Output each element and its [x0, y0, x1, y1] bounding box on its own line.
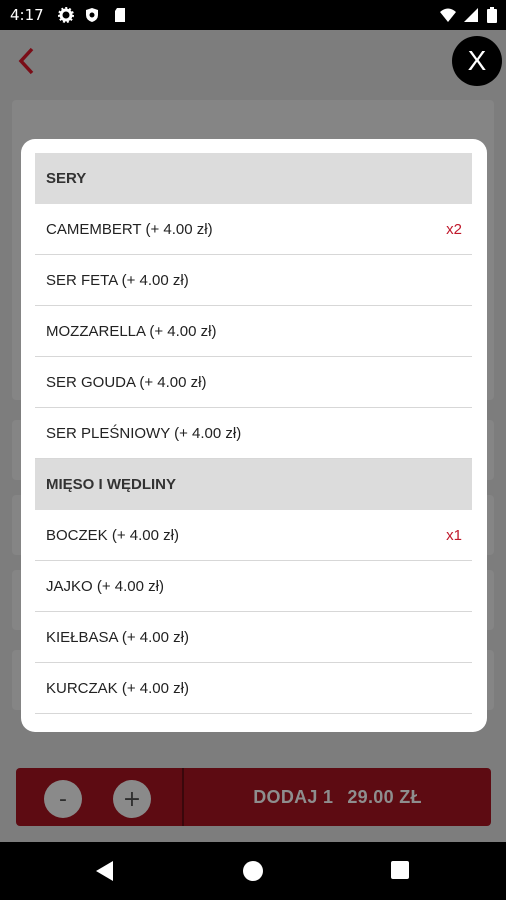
add-to-cart-bar: - + DODAJ 1 29.00 ZŁ	[16, 768, 491, 826]
topping-label: SER FETA (+ 4.00 zł)	[46, 271, 189, 289]
recents-square-icon[interactable]	[391, 861, 409, 879]
battery-icon	[487, 7, 497, 23]
status-time: 4:17	[10, 6, 44, 24]
topping-option[interactable]: SER PLEŚNIOWY (+ 4.00 zł)	[35, 408, 472, 459]
system-nav-bar	[0, 842, 506, 900]
plus-label: +	[122, 786, 142, 812]
topping-option[interactable]: CAMEMBERT (+ 4.00 zł) x2	[35, 204, 472, 255]
section-title: SERY	[46, 170, 87, 187]
shield-icon	[86, 8, 98, 22]
toppings-list: SERY CAMEMBERT (+ 4.00 zł) x2 SER FETA (…	[35, 153, 472, 714]
topping-option[interactable]: KURCZAK (+ 4.00 zł)	[35, 663, 472, 714]
toppings-modal: SERY CAMEMBERT (+ 4.00 zł) x2 SER FETA (…	[21, 139, 487, 732]
topping-label: KURCZAK (+ 4.00 zł)	[46, 679, 189, 697]
increase-quantity-button[interactable]: +	[113, 780, 151, 818]
add-to-cart-button[interactable]: DODAJ 1 29.00 ZŁ	[184, 768, 491, 826]
signal-icon	[464, 8, 478, 22]
close-button[interactable]: X	[452, 36, 502, 86]
topping-option[interactable]: MOZZARELLA (+ 4.00 zł)	[35, 306, 472, 357]
total-price: 29.00 ZŁ	[347, 786, 422, 807]
topping-option[interactable]: JAJKO (+ 4.00 zł)	[35, 561, 472, 612]
topping-label: KIEŁBASA (+ 4.00 zł)	[46, 628, 189, 646]
topping-label: JAJKO (+ 4.00 zł)	[46, 577, 164, 595]
chevron-left-icon[interactable]	[12, 44, 42, 78]
add-label: DODAJ 1	[253, 786, 334, 807]
topping-option[interactable]: BOCZEK (+ 4.00 zł) x1	[35, 510, 472, 561]
quantity-badge: x1	[446, 526, 462, 544]
back-triangle-icon[interactable]	[94, 860, 114, 882]
minus-label: -	[59, 786, 67, 812]
gear-icon	[58, 7, 74, 23]
topping-option[interactable]: SER FETA (+ 4.00 zł)	[35, 255, 472, 306]
topping-label: CAMEMBERT (+ 4.00 zł)	[46, 220, 213, 238]
section-title: MIĘSO I WĘDLINY	[46, 476, 177, 493]
topping-option[interactable]: KIEŁBASA (+ 4.00 zł)	[35, 612, 472, 663]
wifi-icon	[440, 8, 456, 22]
section-header: SERY	[35, 153, 472, 204]
topping-option[interactable]: SER GOUDA (+ 4.00 zł)	[35, 357, 472, 408]
status-bar: 4:17	[0, 0, 506, 30]
topping-label: MOZZARELLA (+ 4.00 zł)	[46, 322, 217, 340]
topping-label: SER PLEŚNIOWY (+ 4.00 zł)	[46, 424, 242, 442]
sd-card-icon	[115, 8, 125, 22]
topping-label: SER GOUDA (+ 4.00 zł)	[46, 373, 207, 391]
section-header: MIĘSO I WĘDLINY	[35, 459, 472, 510]
decrease-quantity-button[interactable]: -	[44, 780, 82, 818]
close-label: X	[467, 45, 487, 76]
home-circle-icon[interactable]	[243, 861, 263, 881]
topping-label: BOCZEK (+ 4.00 zł)	[46, 526, 179, 544]
quantity-badge: x2	[446, 220, 462, 238]
